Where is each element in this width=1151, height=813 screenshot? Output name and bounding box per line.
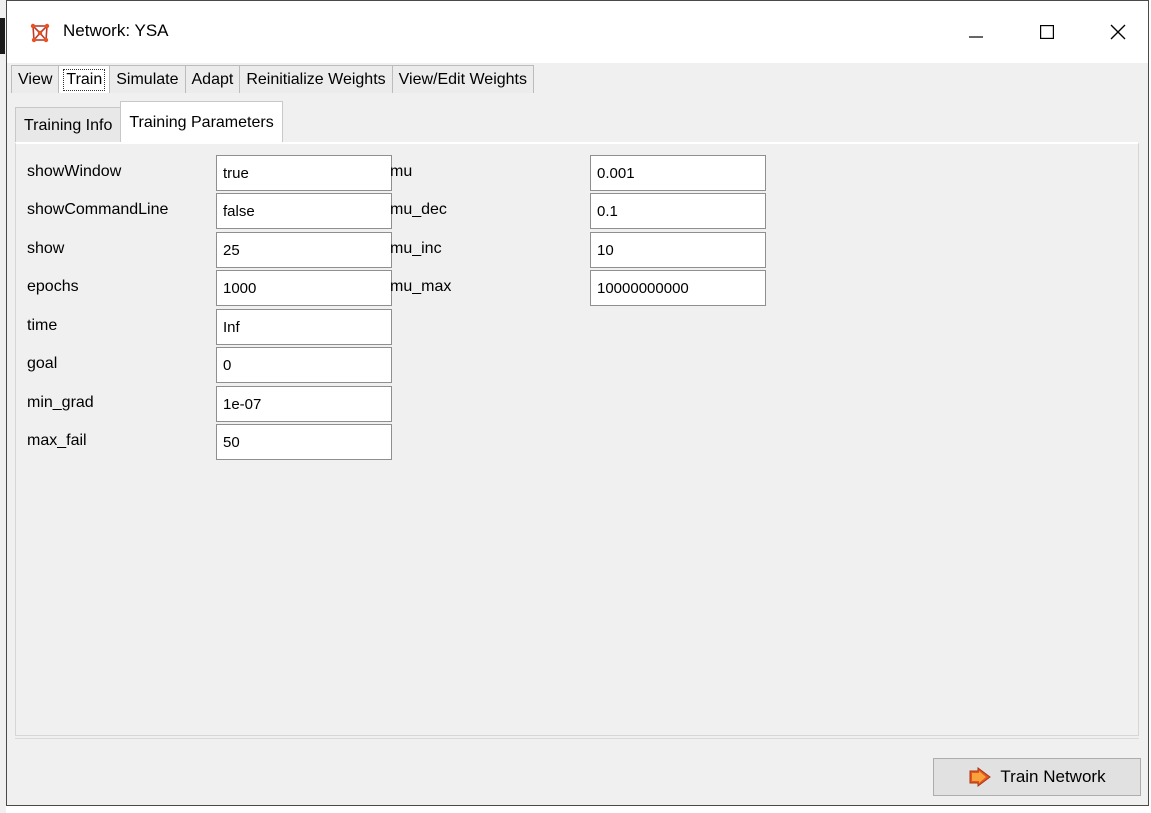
param-input-max-fail[interactable] [216, 424, 392, 460]
param-label: mu_inc [390, 240, 442, 257]
tab-label: View/Edit Weights [398, 70, 527, 88]
tab-train[interactable]: Train [58, 65, 111, 93]
minimize-icon [969, 36, 983, 38]
param-input-epochs[interactable] [216, 270, 392, 306]
train-content: Training Info Training Parameters showWi… [7, 95, 1148, 805]
tab-label: Training Info [24, 116, 113, 134]
param-label: show [27, 240, 65, 257]
background-strip [0, 18, 5, 54]
param-label: mu_max [390, 278, 452, 295]
train-network-button[interactable]: Train Network [933, 758, 1141, 796]
tab-label: Training Parameters [129, 113, 274, 131]
network-window: Network: YSA View Train Simulate Adapt R… [6, 0, 1149, 806]
training-parameters-panel: showWindow showCommandLine show epochs t… [15, 142, 1139, 736]
param-input-showcommandline[interactable] [216, 193, 392, 229]
param-label: time [27, 317, 58, 334]
train-arrow-icon [969, 767, 992, 787]
minimize-button[interactable] [953, 1, 999, 63]
tab-adapt[interactable]: Adapt [184, 65, 241, 93]
param-input-mu-inc[interactable] [590, 232, 766, 268]
param-label: min_grad [27, 394, 94, 411]
tab-reinitialize-weights[interactable]: Reinitialize Weights [239, 65, 393, 93]
train-network-label: Train Network [1000, 767, 1106, 786]
title-bar[interactable]: Network: YSA [7, 1, 1148, 63]
maximize-button[interactable] [1024, 1, 1070, 63]
param-input-showwindow[interactable] [216, 155, 392, 191]
tab-view[interactable]: View [11, 65, 60, 93]
close-icon [1110, 24, 1126, 40]
bottom-separator [15, 738, 1139, 739]
tab-training-info[interactable]: Training Info [15, 107, 122, 143]
main-tabs: View Train Simulate Adapt Reinitialize W… [11, 65, 534, 93]
tab-label: View [18, 70, 53, 88]
param-input-show[interactable] [216, 232, 392, 268]
tab-training-parameters[interactable]: Training Parameters [120, 101, 283, 143]
network-app-icon [30, 23, 50, 43]
param-label: mu [390, 163, 413, 180]
param-label: showWindow [27, 163, 122, 180]
tab-simulate[interactable]: Simulate [109, 65, 186, 93]
param-label: goal [27, 355, 58, 372]
close-button[interactable] [1095, 1, 1141, 63]
tab-label: Simulate [116, 70, 179, 88]
tab-label: Adapt [191, 70, 234, 88]
tab-label: Reinitialize Weights [246, 70, 386, 88]
param-input-mu-dec[interactable] [590, 193, 766, 229]
param-input-mu-max[interactable] [590, 270, 766, 306]
param-input-time[interactable] [216, 309, 392, 345]
window-title: Network: YSA [63, 21, 169, 40]
param-input-mu[interactable] [590, 155, 766, 191]
param-label: epochs [27, 278, 79, 295]
param-input-goal[interactable] [216, 347, 392, 383]
param-label: mu_dec [390, 201, 447, 218]
param-label: showCommandLine [27, 201, 169, 218]
param-label: max_fail [27, 432, 87, 449]
tab-view-edit-weights[interactable]: View/Edit Weights [391, 65, 534, 93]
sub-tabs: Training Info Training Parameters [15, 101, 283, 143]
menu-bar: View Train Simulate Adapt Reinitialize W… [7, 63, 1148, 95]
tab-label: Train [63, 68, 106, 91]
param-input-min-grad[interactable] [216, 386, 392, 422]
maximize-icon [1040, 25, 1054, 39]
